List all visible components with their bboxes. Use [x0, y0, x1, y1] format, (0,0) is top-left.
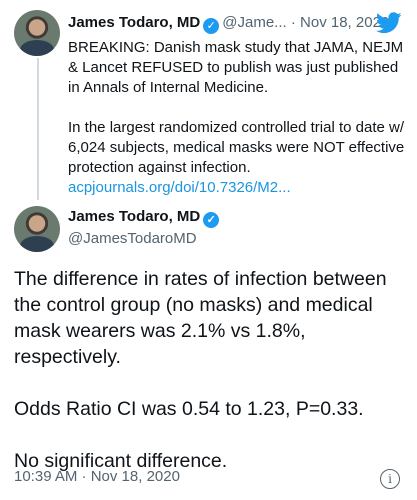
avatar[interactable] [14, 206, 60, 252]
verified-badge-icon: ✓ [203, 18, 220, 34]
tweet-header: James Todaro, MD ✓ @Jame... · Nov 18, 2020 [68, 14, 408, 34]
tweet-header: James Todaro, MD ✓ [68, 208, 222, 228]
verified-badge-icon: ✓ [203, 212, 220, 228]
separator: · [290, 14, 296, 31]
tweet-timestamp[interactable]: 10:39 AM · Nov 18, 2020 [14, 468, 180, 485]
tweet-paragraph: BREAKING: Danish mask study that JAMA, N… [68, 39, 404, 96]
tweet-paragraph: Odds Ratio CI was 0.54 to 1.23, P=0.33. [14, 398, 364, 420]
info-icon[interactable]: i [380, 469, 400, 489]
tweet-text: The difference in rates of infection bet… [14, 266, 409, 474]
tweet-paragraph: The difference in rates of infection bet… [14, 268, 387, 368]
twitter-bird-icon[interactable] [376, 12, 402, 34]
avatar[interactable] [14, 10, 60, 56]
author-handle[interactable]: @JamesTodaroMD [68, 230, 197, 247]
author-name[interactable]: James Todaro, MD [68, 14, 200, 31]
author-handle[interactable]: @Jame... [222, 14, 286, 31]
tweet-paragraph: In the largest randomized controlled tri… [68, 119, 405, 176]
tweet-text: BREAKING: Danish mask study that JAMA, N… [68, 38, 408, 198]
article-link[interactable]: acpjournals.org/doi/10.7326/M2... [68, 179, 291, 196]
author-name[interactable]: James Todaro, MD [68, 208, 200, 225]
thread-line [37, 58, 39, 200]
